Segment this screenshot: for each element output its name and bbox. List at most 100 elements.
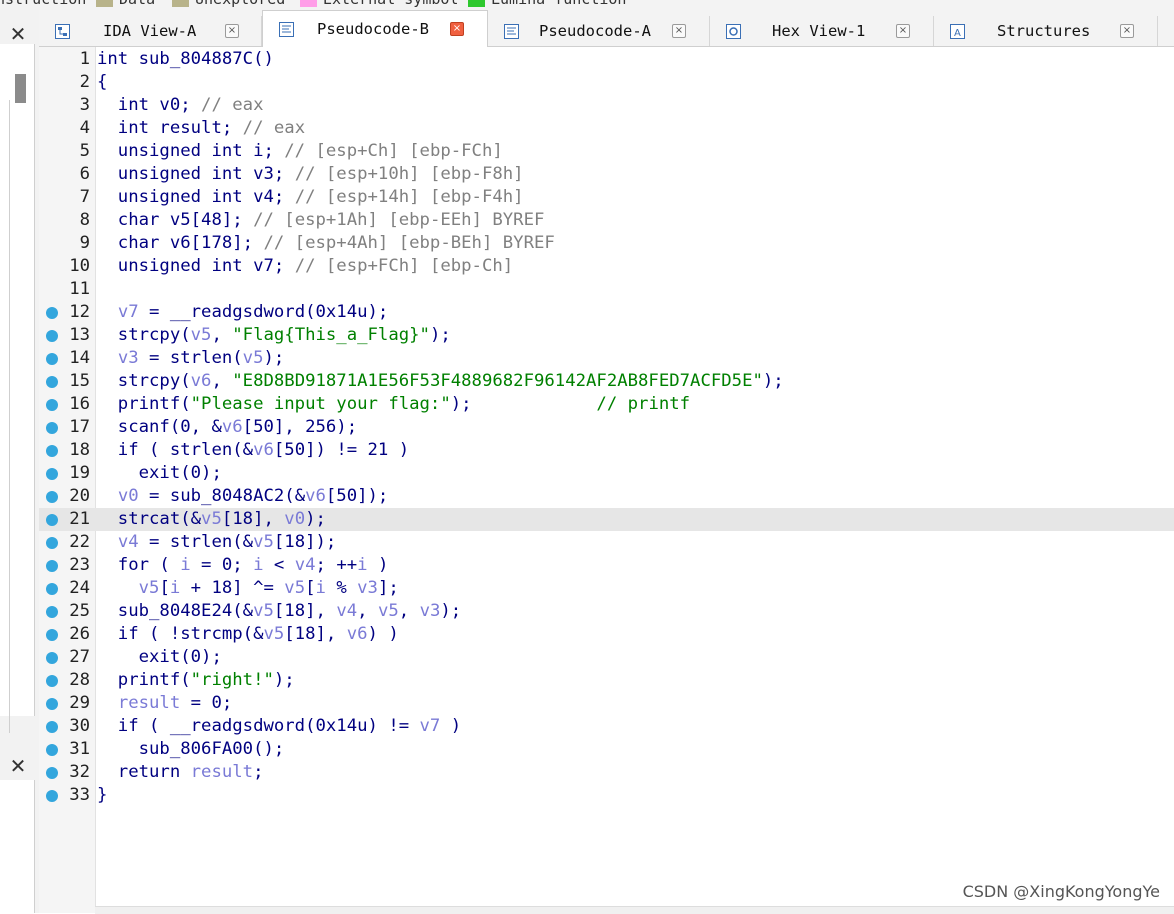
code-text: { bbox=[97, 71, 107, 94]
tab-ida-view-a[interactable]: IDA View-A × bbox=[39, 16, 262, 46]
code-line[interactable]: 26 if ( !strcmp(&v5[18], v6) ) bbox=[39, 623, 1174, 646]
code-variable: v5 bbox=[263, 624, 285, 644]
tab-label: Hex View-1 bbox=[772, 22, 866, 40]
code-line[interactable]: 33} bbox=[39, 784, 1174, 807]
code-line[interactable]: 19 exit(0); bbox=[39, 462, 1174, 485]
tab-close-icon[interactable]: × bbox=[672, 24, 686, 38]
code-string: "right!" bbox=[190, 670, 274, 690]
line-number: 32 bbox=[69, 762, 90, 782]
code-text: unsigned int i; // [esp+Ch] [ebp-FCh] bbox=[97, 140, 503, 163]
tab-close-icon[interactable]: × bbox=[1120, 24, 1134, 38]
tab-label: Pseudocode-B bbox=[317, 20, 429, 38]
code-token: printf( bbox=[97, 394, 191, 414]
code-token: ; bbox=[253, 762, 264, 782]
code-line[interactable]: 2{ bbox=[39, 71, 1174, 94]
code-line[interactable]: 29 result = 0; bbox=[39, 692, 1174, 715]
code-string: "Flag{This_a_Flag}" bbox=[232, 325, 430, 345]
legend-item: Data bbox=[96, 0, 155, 8]
code-line[interactable]: 27 exit(0); bbox=[39, 646, 1174, 669]
legend-swatch bbox=[172, 0, 189, 7]
line-number: 19 bbox=[69, 463, 90, 483]
code-token: [ bbox=[305, 578, 316, 598]
code-line[interactable]: 8 char v5[48]; // [esp+1Ah] [ebp-EEh] BY… bbox=[39, 209, 1174, 232]
line-number: 15 bbox=[69, 371, 90, 391]
code-variable: v5 bbox=[253, 532, 274, 552]
code-line[interactable]: 20 v0 = sub_8048AC2(&v6[50]); bbox=[39, 485, 1174, 508]
code-text: strcpy(v5, "Flag{This_a_Flag}"); bbox=[97, 324, 451, 347]
tab-close-icon[interactable]: × bbox=[450, 22, 464, 36]
hex-view-icon bbox=[726, 23, 741, 39]
code-comment: // [esp+FCh] [ebp-Ch] bbox=[294, 256, 514, 276]
code-token: [ bbox=[159, 578, 170, 598]
line-number: 9 bbox=[79, 233, 90, 253]
tab-pseudocode-b[interactable]: Pseudocode-B × bbox=[262, 10, 488, 47]
code-text: for ( i = 0; i < v4; ++i ) bbox=[97, 554, 389, 577]
code-variable: v7 bbox=[419, 716, 441, 736]
tab-label: IDA View-A bbox=[103, 22, 197, 40]
code-text: unsigned int v7; // [esp+FCh] [ebp-Ch] bbox=[97, 255, 513, 278]
pseudocode-view[interactable]: 1 int sub_804887C() 2{3 int v0; // eax 4 in… bbox=[39, 47, 1174, 914]
tab-label: Structures bbox=[997, 22, 1091, 40]
legend-label: External symbol bbox=[323, 0, 458, 8]
legend-swatch bbox=[468, 0, 485, 7]
code-text: char v5[48]; // [esp+1Ah] [ebp-EEh] BYRE… bbox=[97, 209, 545, 232]
code-line[interactable]: 6 unsigned int v3; // [esp+10h] [ebp-F8h… bbox=[39, 163, 1174, 186]
code-line[interactable]: 1 int sub_804887C() bbox=[39, 48, 1174, 71]
code-line[interactable]: 18 if ( strlen(&v6[50]) != 21 ) bbox=[39, 439, 1174, 462]
code-token: sub_806FA00(); bbox=[97, 739, 285, 759]
tab-structures[interactable]: A Structures × bbox=[934, 16, 1158, 46]
code-line[interactable]: 32 return result; bbox=[39, 761, 1174, 784]
code-variable: i bbox=[169, 578, 181, 598]
line-number: 5 bbox=[79, 141, 90, 161]
close-icon[interactable]: ✕ bbox=[2, 752, 34, 780]
tab-close-icon[interactable]: × bbox=[896, 24, 910, 38]
code-line[interactable]: 11 bbox=[39, 278, 1174, 301]
code-text: printf("right!"); bbox=[97, 669, 295, 692]
code-line[interactable]: 23 for ( i = 0; i < v4; ++i ) bbox=[39, 554, 1174, 577]
code-token: unsigned int v7; bbox=[97, 256, 295, 276]
code-line[interactable]: 31 sub_806FA00(); bbox=[39, 738, 1174, 761]
line-number: 6 bbox=[79, 164, 90, 184]
line-number: 30 bbox=[69, 716, 90, 736]
code-text: int v0; // eax bbox=[97, 94, 264, 117]
code-line[interactable]: 4 int result; // eax bbox=[39, 117, 1174, 140]
tab-pseudocode-a[interactable]: Pseudocode-A × bbox=[488, 16, 710, 46]
tab-close-icon[interactable]: × bbox=[225, 24, 239, 38]
code-token: return bbox=[97, 762, 191, 782]
code-line[interactable]: 24 v5[i + 18] ^= v5[i % v3]; bbox=[39, 577, 1174, 600]
pseudocode-icon bbox=[279, 21, 294, 37]
code-line[interactable]: 3 int v0; // eax bbox=[39, 94, 1174, 117]
code-text: sub_8048E24(&v5[18], v4, v5, v3); bbox=[97, 600, 461, 623]
code-token: exit(0); bbox=[97, 463, 222, 483]
code-token: if ( !strcmp(& bbox=[97, 624, 264, 644]
tab-hex-view-1[interactable]: Hex View-1 × bbox=[710, 16, 934, 46]
code-line[interactable]: 5 unsigned int i; // [esp+Ch] [ebp-FCh] bbox=[39, 140, 1174, 163]
code-token: [18], bbox=[273, 601, 337, 621]
code-line[interactable]: 21 strcat(&v5[18], v0); bbox=[39, 508, 1174, 531]
code-token: = strlen( bbox=[138, 348, 243, 368]
code-variable: v5 bbox=[201, 509, 222, 529]
code-line[interactable]: 14 v3 = strlen(v5); bbox=[39, 347, 1174, 370]
code-line[interactable]: 22 v4 = strlen(&v5[18]); bbox=[39, 531, 1174, 554]
code-line[interactable]: 10 unsigned int v7; // [esp+FCh] [ebp-Ch… bbox=[39, 255, 1174, 278]
code-line[interactable]: 25 sub_8048E24(&v5[18], v4, v5, v3); bbox=[39, 600, 1174, 623]
code-line[interactable]: 28 printf("right!"); bbox=[39, 669, 1174, 692]
code-variable: v4 bbox=[117, 532, 139, 552]
scrollbar-thumb[interactable] bbox=[15, 74, 26, 103]
code-line[interactable]: 9 char v6[178]; // [esp+4Ah] [ebp-BEh] B… bbox=[39, 232, 1174, 255]
code-line[interactable]: 17 scanf(0, &v6[50], 256); bbox=[39, 416, 1174, 439]
code-line[interactable]: 7 unsigned int v4; // [esp+14h] [ebp-F4h… bbox=[39, 186, 1174, 209]
code-line[interactable]: 13 strcpy(v5, "Flag{This_a_Flag}"); bbox=[39, 324, 1174, 347]
code-line[interactable]: 15 strcpy(v6, "E8D8BD91871A1E56F53F48896… bbox=[39, 370, 1174, 393]
code-text: int result; // eax bbox=[97, 117, 305, 140]
code-line[interactable]: 16 printf("Please input your flag:"); //… bbox=[39, 393, 1174, 416]
code-text: scanf(0, &v6[50], 256); bbox=[97, 416, 357, 439]
tab-label: Pseudocode-A bbox=[539, 22, 651, 40]
code-token: strcpy( bbox=[97, 325, 191, 345]
code-line[interactable]: 30 if ( __readgsdword(0x14u) != v7 ) bbox=[39, 715, 1174, 738]
code-line[interactable]: 12 v7 = __readgsdword(0x14u); bbox=[39, 301, 1174, 324]
code-token: ); bbox=[762, 371, 784, 391]
